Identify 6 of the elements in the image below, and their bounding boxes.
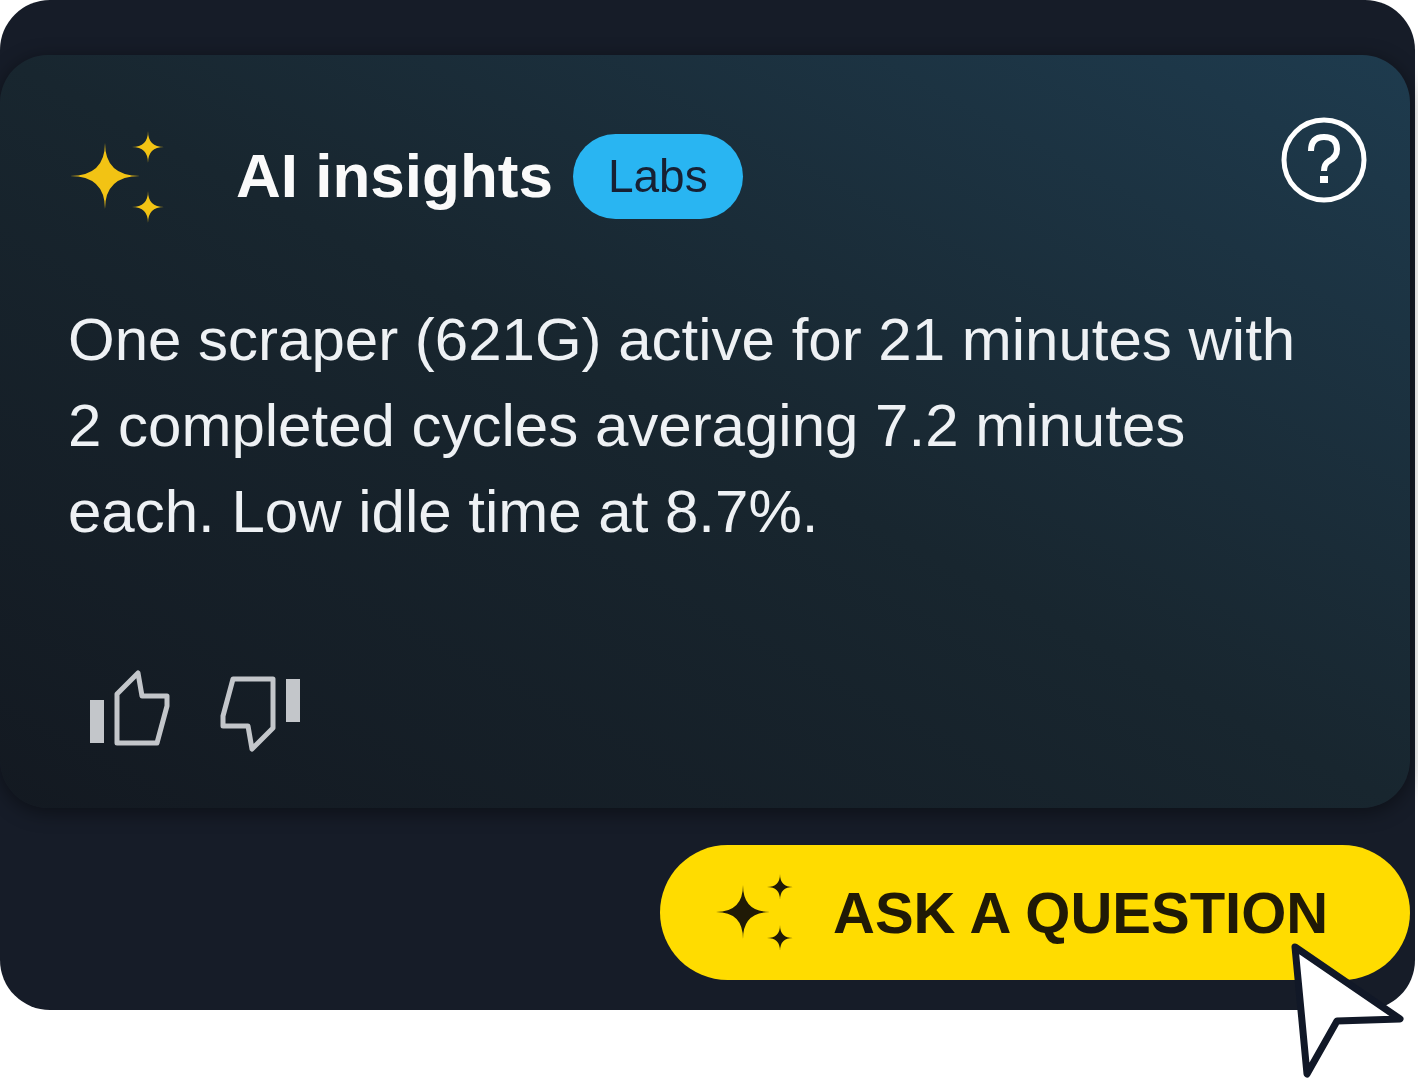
thumbs-down-icon[interactable]: [220, 676, 300, 752]
ask-question-button[interactable]: ASK A QUESTION: [660, 845, 1410, 980]
labs-badge: Labs: [572, 133, 743, 219]
insight-text: One scraper (621G) active for 21 minutes with 2 completed cycles averaging 7.2 minutes each. Low idle time at 8.7%.: [68, 305, 1297, 547]
help-icon[interactable]: [1281, 117, 1367, 203]
thumbs-up-icon[interactable]: [90, 670, 170, 746]
